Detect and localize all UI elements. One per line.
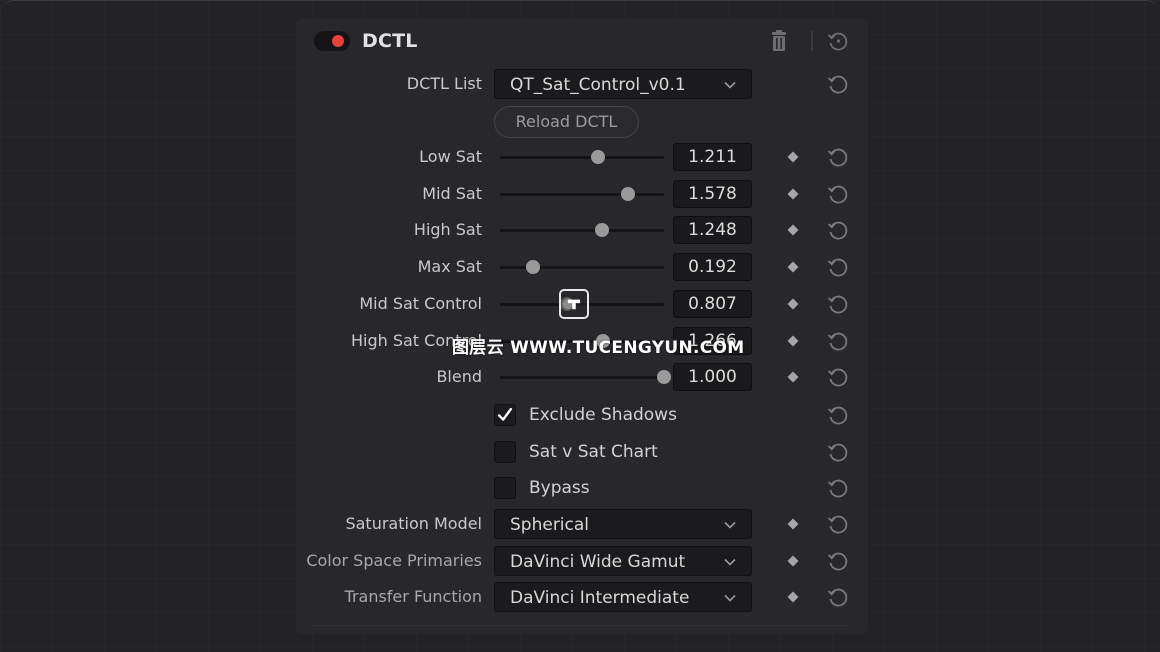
panel-title: DCTL (362, 30, 418, 52)
value-input[interactable]: 0.192 (673, 253, 752, 282)
text-cursor-icon (559, 289, 589, 319)
dropdown-value: DaVinci Intermediate (510, 588, 690, 609)
reset-icon[interactable] (826, 255, 850, 279)
slider-thumb[interactable] (594, 223, 609, 238)
slider-row: Max Sat 0.192 (296, 251, 868, 283)
checkbox-row: Exclude Shadows (296, 399, 868, 431)
dropdown-row: Transfer Function DaVinci Intermediate (296, 581, 868, 613)
watermark: 图层云 WWW.TUCENGYUN.COM (452, 338, 745, 358)
dropdown-label: Saturation Model (345, 514, 482, 533)
slider-label: Mid Sat Control (359, 293, 482, 313)
keyframe-diamond-icon[interactable] (787, 591, 799, 603)
chevron-down-icon (724, 81, 736, 89)
dropdown-select[interactable]: Spherical (494, 509, 752, 539)
reset-icon[interactable] (826, 218, 850, 242)
keyframe-diamond-icon[interactable] (787, 371, 799, 383)
reset-icon[interactable] (826, 549, 850, 573)
slider-track (500, 266, 664, 270)
slider-label: Blend (436, 367, 482, 387)
slider-thumb[interactable] (591, 150, 606, 164)
checkbox[interactable] (494, 477, 516, 500)
value-input[interactable]: 1.211 (673, 143, 752, 171)
reset-icon[interactable] (826, 440, 850, 464)
slider-label: Low Sat (419, 147, 482, 166)
dctl-list-label: DCTL List (406, 74, 482, 93)
trash-icon[interactable] (769, 30, 789, 52)
dropdown-row: Saturation Model Spherical (296, 508, 868, 540)
panel-divider (310, 625, 850, 626)
slider-row: Mid Sat 1.578 (296, 178, 868, 210)
dctl-list-row: DCTL List QT_Sat_Control_v0.1 (296, 68, 868, 100)
header-divider (811, 31, 813, 51)
checkbox-row: Bypass (296, 472, 868, 504)
dctl-list-select[interactable]: QT_Sat_Control_v0.1 (494, 69, 752, 99)
dropdown-select[interactable]: DaVinci Intermediate (494, 582, 752, 613)
value-input[interactable]: 1.000 (673, 363, 752, 392)
checkbox-label: Exclude Shadows (529, 405, 677, 425)
slider-row: High Sat 1.248 (296, 214, 868, 246)
reset-icon[interactable] (826, 585, 850, 609)
keyframe-diamond-icon[interactable] (787, 555, 799, 567)
slider[interactable] (500, 214, 664, 246)
slider-label: Mid Sat (422, 183, 482, 203)
checkbox[interactable] (494, 404, 516, 426)
enabled-indicator-icon (332, 35, 344, 47)
slider-row: Blend 1.000 (296, 361, 868, 393)
checkbox-row: Sat v Sat Chart (296, 436, 868, 468)
dropdown-row: Color Space Primaries DaVinci Wide Gamut (296, 545, 868, 577)
checkmark-icon (497, 407, 513, 421)
slider-thumb[interactable] (620, 186, 635, 201)
panel-header: DCTL (314, 28, 854, 54)
checkbox-label: Sat v Sat Chart (529, 441, 658, 462)
reset-icon[interactable] (826, 72, 850, 96)
checkbox[interactable] (494, 440, 516, 463)
slider-track (500, 229, 664, 233)
chevron-down-icon (724, 521, 736, 529)
dropdown-value: DaVinci Wide Gamut (510, 551, 686, 572)
keyframe-diamond-icon[interactable] (787, 518, 799, 530)
chevron-down-icon (724, 595, 736, 603)
slider-track (500, 376, 664, 380)
reset-icon[interactable] (826, 292, 850, 316)
slider-label: Max Sat (417, 257, 482, 277)
keyframe-diamond-icon[interactable] (787, 224, 799, 236)
reset-icon[interactable] (826, 403, 850, 427)
dctl-list-value: QT_Sat_Control_v0.1 (510, 75, 686, 95)
keyframe-diamond-icon[interactable] (787, 261, 799, 273)
value-input[interactable]: 1.578 (673, 179, 752, 208)
reload-dctl-button[interactable]: Reload DCTL (494, 106, 639, 138)
slider-label: High Sat (413, 220, 482, 240)
reset-icon[interactable] (826, 182, 850, 206)
value-input[interactable]: 1.248 (673, 216, 752, 245)
dctl-panel: DCTL DCTL List QT_Sat_Control_v0.1 Reloa… (296, 18, 868, 634)
slider-row: Low Sat 1.211 (296, 141, 868, 173)
checkbox-label: Bypass (529, 478, 590, 499)
keyframe-diamond-icon[interactable] (787, 298, 799, 310)
slider-thumb[interactable] (657, 370, 671, 385)
reset-icon[interactable] (826, 145, 850, 169)
slider-thumb[interactable] (525, 260, 540, 275)
slider[interactable] (500, 251, 664, 283)
enable-toggle[interactable] (314, 31, 350, 51)
reset-icon[interactable] (826, 512, 850, 536)
value-input[interactable]: 0.807 (673, 289, 752, 318)
keyframe-diamond-icon[interactable] (787, 151, 799, 163)
keyframe-diamond-icon[interactable] (787, 335, 799, 347)
slider-track (500, 192, 664, 196)
reset-icon[interactable] (826, 365, 850, 389)
slider[interactable] (500, 361, 671, 393)
slider[interactable] (500, 178, 664, 210)
reset-icon[interactable] (826, 476, 850, 500)
dropdown-select[interactable]: DaVinci Wide Gamut (494, 545, 752, 576)
slider-track (500, 156, 664, 159)
dropdown-label: Transfer Function (344, 587, 482, 607)
dropdown-label: Color Space Primaries (306, 550, 482, 570)
dropdown-value: Spherical (510, 515, 590, 535)
reset-icon[interactable] (826, 329, 850, 353)
chevron-down-icon (724, 558, 736, 566)
slider[interactable] (500, 141, 664, 173)
keyframe-diamond-icon[interactable] (787, 188, 799, 200)
reset-all-icon[interactable] (826, 29, 850, 53)
